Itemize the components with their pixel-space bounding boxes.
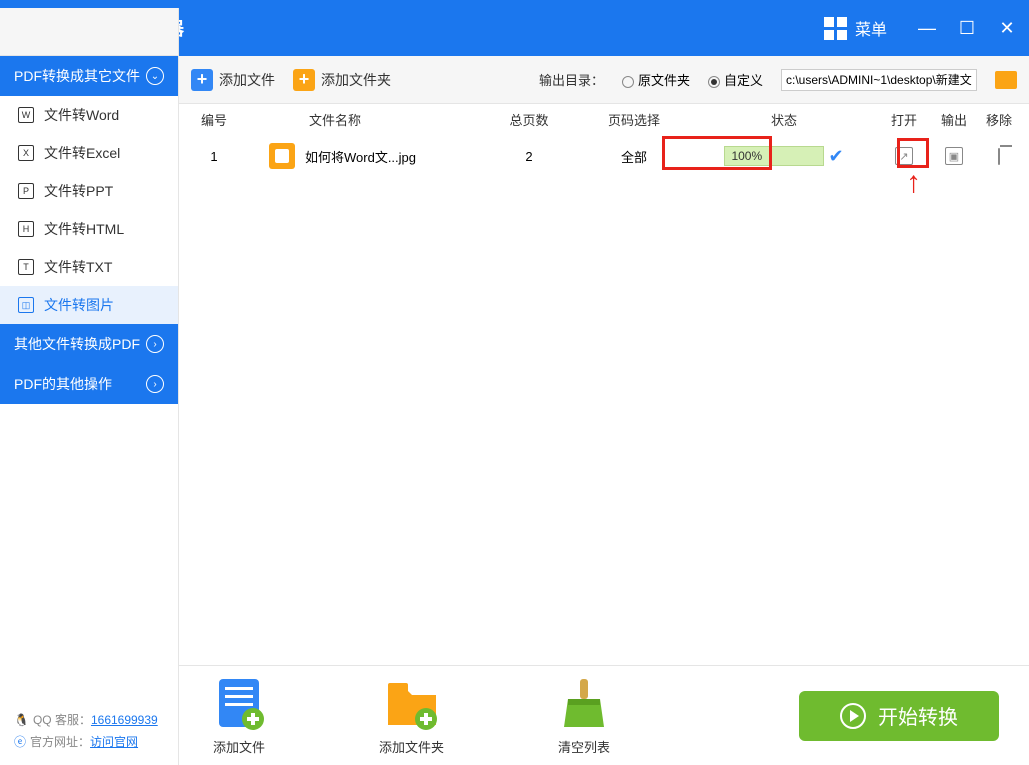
- th-range: 页码选择: [579, 110, 689, 129]
- add-file-big-icon: [209, 675, 269, 731]
- maximize-button[interactable]: ☐: [957, 18, 977, 38]
- add-file-icon: +: [191, 69, 213, 91]
- excel-icon: X: [18, 145, 34, 161]
- sidebar-cat-other-to-pdf[interactable]: 其他文件转换成PDF ›: [0, 324, 178, 364]
- th-num: 编号: [189, 110, 239, 129]
- output-path-input[interactable]: [781, 69, 977, 91]
- cell-pages: 2: [479, 149, 579, 164]
- th-output: 输出: [929, 110, 979, 129]
- qq-link[interactable]: 1661699939: [91, 713, 158, 727]
- sidebar-item-excel[interactable]: X文件转Excel: [0, 134, 178, 172]
- sidebar-item-html[interactable]: H文件转HTML: [0, 210, 178, 248]
- close-button[interactable]: ✕: [997, 18, 1017, 38]
- annotation-highlight: [662, 136, 772, 170]
- add-folder-icon: +: [293, 69, 315, 91]
- chevron-right-icon: ›: [146, 375, 164, 393]
- big-clear-button[interactable]: 清空列表: [554, 675, 614, 756]
- add-folder-button[interactable]: +添加文件夹: [293, 69, 391, 91]
- th-pages: 总页数: [479, 110, 579, 129]
- image-icon: ◫: [18, 297, 34, 313]
- cell-num: 1: [189, 149, 239, 164]
- add-folder-big-icon: [382, 675, 442, 731]
- cell-remove: [979, 149, 1019, 164]
- radio-original[interactable]: 原文件夹: [622, 70, 690, 89]
- big-add-folder-button[interactable]: 添加文件夹: [379, 675, 444, 756]
- cell-output: ▣: [929, 147, 979, 165]
- menu-grid-icon: [824, 17, 847, 40]
- radio-custom[interactable]: 自定义: [708, 70, 763, 89]
- th-status: 状态: [689, 110, 879, 129]
- minimize-button[interactable]: —: [917, 18, 937, 38]
- sidebar-item-image[interactable]: ◫文件转图片: [0, 286, 178, 324]
- file-type-icon: [269, 143, 295, 169]
- html-icon: H: [18, 221, 34, 237]
- annotation-arrow-icon: ↑: [906, 166, 921, 200]
- sidebar: PDF转换成其它文件 ⌄ W文件转Word X文件转Excel P文件转PPT …: [0, 8, 179, 765]
- cell-name: 如何将Word文...jpg: [239, 143, 479, 169]
- qq-icon: 🐧: [14, 713, 29, 727]
- sidebar-item-txt[interactable]: T文件转TXT: [0, 248, 178, 286]
- clear-list-icon: [554, 675, 614, 731]
- toolbar: +添加文件 +添加文件夹 输出目录： 原文件夹 自定义: [179, 56, 1029, 104]
- add-file-button[interactable]: +添加文件: [191, 69, 275, 91]
- big-add-file-button[interactable]: 添加文件: [209, 675, 269, 756]
- browse-folder-button[interactable]: [995, 71, 1017, 89]
- ppt-icon: P: [18, 183, 34, 199]
- th-name: 文件名称: [239, 110, 479, 129]
- th-open: 打开: [879, 110, 929, 129]
- ie-icon: ⓔ: [14, 735, 26, 749]
- chevron-right-icon: ›: [146, 335, 164, 353]
- sidebar-footer: 🐧QQ 客服：1661699939 ⓔ官方网址：访问官网: [0, 697, 178, 765]
- th-remove: 移除: [979, 110, 1019, 129]
- main-area: +添加文件 +添加文件夹 输出目录： 原文件夹 自定义 编号 文件名称 总页数 …: [179, 56, 1029, 765]
- sidebar-cat-pdf-to-other[interactable]: PDF转换成其它文件 ⌄: [0, 56, 178, 96]
- output-file-button[interactable]: ▣: [945, 147, 963, 165]
- output-dir-label: 输出目录：: [539, 70, 604, 89]
- site-link[interactable]: 访问官网: [90, 735, 138, 749]
- sidebar-item-ppt[interactable]: P文件转PPT: [0, 172, 178, 210]
- bottom-bar: 添加文件 添加文件夹 清空列表 开始转换: [179, 665, 1029, 765]
- sidebar-cat-pdf-ops[interactable]: PDF的其他操作 ›: [0, 364, 178, 404]
- txt-icon: T: [18, 259, 34, 275]
- sidebar-item-word[interactable]: W文件转Word: [0, 96, 178, 134]
- menu-button[interactable]: 菜单: [824, 16, 887, 40]
- delete-button[interactable]: [998, 148, 1000, 165]
- word-icon: W: [18, 107, 34, 123]
- start-convert-button[interactable]: 开始转换: [799, 691, 999, 741]
- play-icon: [840, 703, 866, 729]
- menu-label: 菜单: [855, 16, 887, 40]
- table-header: 编号 文件名称 总页数 页码选择 状态 打开 输出 移除: [179, 104, 1029, 134]
- chevron-down-icon: ⌄: [146, 67, 164, 85]
- check-icon: ✔: [828, 146, 843, 167]
- annotation-highlight: [897, 138, 929, 168]
